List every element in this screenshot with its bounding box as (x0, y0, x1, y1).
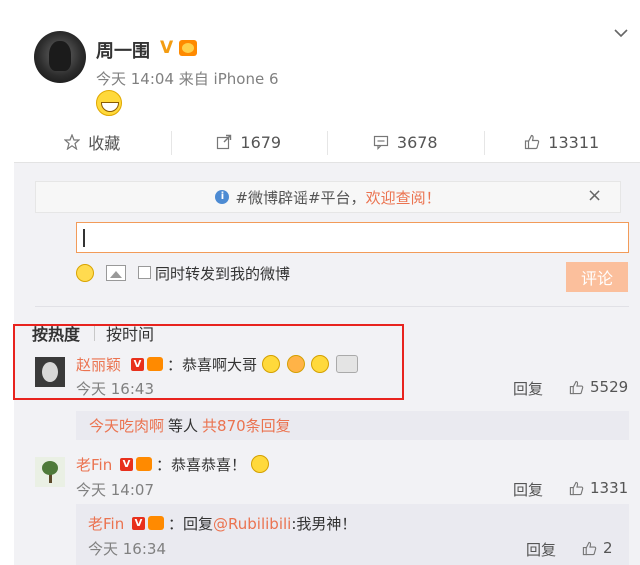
notice-text: #微博辟谣#平台， (235, 188, 366, 207)
repost-button[interactable]: 1679 (170, 122, 328, 162)
comment-divider (35, 306, 629, 307)
repost-checkbox-label[interactable]: 同时转发到我的微博 (155, 263, 290, 284)
star-icon (64, 134, 81, 150)
comment-body: ：恭喜啊大哥 (167, 356, 258, 374)
like-count: 13311 (548, 132, 600, 152)
favorite-label: 收藏 (88, 134, 121, 153)
post-meta: 今天 14:04 来自 iPhone 6 (96, 68, 279, 89)
grin-emoji-icon (261, 355, 280, 373)
thumbs-up-icon (569, 380, 584, 394)
sort-by-time-tab[interactable]: 按时间 (106, 321, 154, 345)
comment-body: ：恭喜恭喜！ (156, 456, 247, 474)
info-icon: i (215, 190, 230, 204)
member-badge-icon (148, 516, 164, 530)
comment-like-count: 5529 (590, 378, 629, 396)
mention-link[interactable]: @Rubilibili (213, 515, 291, 533)
sub-reply-time: 今天 16:34 (88, 540, 166, 558)
verified-icon: V (131, 358, 144, 371)
post-actions: 收藏 1679 3678 13311 (14, 122, 640, 162)
comment-text: ：恭喜恭喜！ (156, 454, 271, 475)
shy-emoji-icon (286, 355, 305, 373)
thumbs-up-icon (582, 541, 597, 555)
thumbs-up-icon (525, 134, 540, 150)
chevron-down-icon[interactable] (614, 26, 628, 40)
thumbs-up-icon (569, 481, 584, 495)
sort-separator (94, 325, 95, 341)
comment-input[interactable] (76, 222, 629, 253)
comment-time: 今天 14:07 (76, 481, 154, 499)
repost-icon (217, 134, 232, 150)
image-upload-icon[interactable] (106, 265, 126, 281)
giggle-emoji-icon (311, 355, 330, 373)
comment-icon (373, 135, 388, 150)
post-source: 来自 iPhone 6 (178, 70, 279, 88)
repost-count: 1679 (240, 132, 282, 152)
comment-like-button[interactable]: 5529 (569, 378, 628, 396)
comment-like-button[interactable]: 1331 (569, 479, 628, 497)
author-avatar[interactable] (34, 31, 86, 83)
sub-reply-text: ：回复@Rubilibili:我男神！ (168, 513, 356, 534)
rumor-notice[interactable]: i #微博辟谣#平台， 欢迎查阅！ (35, 181, 621, 213)
more-replies-count[interactable]: 共870条回复 (202, 415, 291, 436)
sub-reply-suffix: :我男神！ (291, 515, 357, 533)
reply-button[interactable]: 回复 (513, 479, 543, 500)
comment-count: 3678 (396, 132, 438, 152)
member-badge-icon (179, 40, 197, 56)
sort-by-hot-tab[interactable]: 按热度 (32, 321, 80, 345)
replier-link[interactable]: 今天吃肉啊 (89, 415, 164, 436)
comment-like-count: 1331 (590, 479, 629, 497)
more-replies-mid: 等人 (168, 417, 199, 435)
sub-reply-like-count: 2 (603, 539, 613, 557)
verified-icon: V (132, 517, 145, 530)
author-name[interactable]: 周一围 (96, 37, 150, 63)
notice-link[interactable]: 欢迎查阅！ (366, 187, 441, 208)
comment-panel: i #微博辟谣#平台， 欢迎查阅！ × 同时转发到我的微博 评论 按热度 按时间… (14, 163, 640, 565)
comment-time: 今天 16:43 (76, 380, 154, 398)
verified-icon: V (120, 458, 133, 471)
sub-reply-name[interactable]: 老Fin (88, 513, 124, 534)
emoji-picker-icon[interactable] (76, 264, 94, 282)
commenter-name[interactable]: 赵丽颖 (76, 354, 121, 375)
commenter-avatar[interactable] (35, 357, 65, 387)
favorite-button[interactable]: 收藏 (14, 122, 171, 162)
commenter-name[interactable]: 老Fin (76, 454, 112, 475)
close-icon[interactable]: × (587, 185, 602, 206)
commenter-avatar[interactable] (35, 457, 65, 487)
repost-checkbox[interactable] (138, 266, 151, 279)
post-time[interactable]: 今天 14:04 (96, 70, 174, 88)
more-replies-row[interactable]: 今天吃肉啊 等人 共870条回复 (76, 411, 629, 440)
reply-button[interactable]: 回复 (526, 539, 556, 560)
giggle-emoji-icon (250, 455, 269, 473)
reply-button[interactable]: 回复 (513, 378, 543, 399)
comment-text: ：恭喜啊大哥 (167, 354, 360, 375)
celebrate-emoji-icon (336, 355, 359, 373)
like-button[interactable]: 13311 (483, 122, 640, 162)
comment-button[interactable]: 3678 (327, 122, 484, 162)
weibo-post: 周一围 V 今天 14:04 来自 iPhone 6 收藏 1679 3678 … (14, 0, 640, 565)
submit-comment-button[interactable]: 评论 (566, 262, 628, 292)
grin-emoji-icon (96, 90, 122, 116)
sub-reply: 老Fin V ：回复@Rubilibili:我男神！ 今天 16:34 回复 2 (76, 504, 629, 565)
member-badge-icon (147, 357, 163, 371)
member-badge-icon (136, 457, 152, 471)
verified-icon: V (160, 38, 174, 58)
comment-like-button[interactable]: 2 (582, 539, 613, 557)
text-cursor (83, 229, 85, 247)
sub-reply-prefix: ：回复 (168, 515, 214, 533)
